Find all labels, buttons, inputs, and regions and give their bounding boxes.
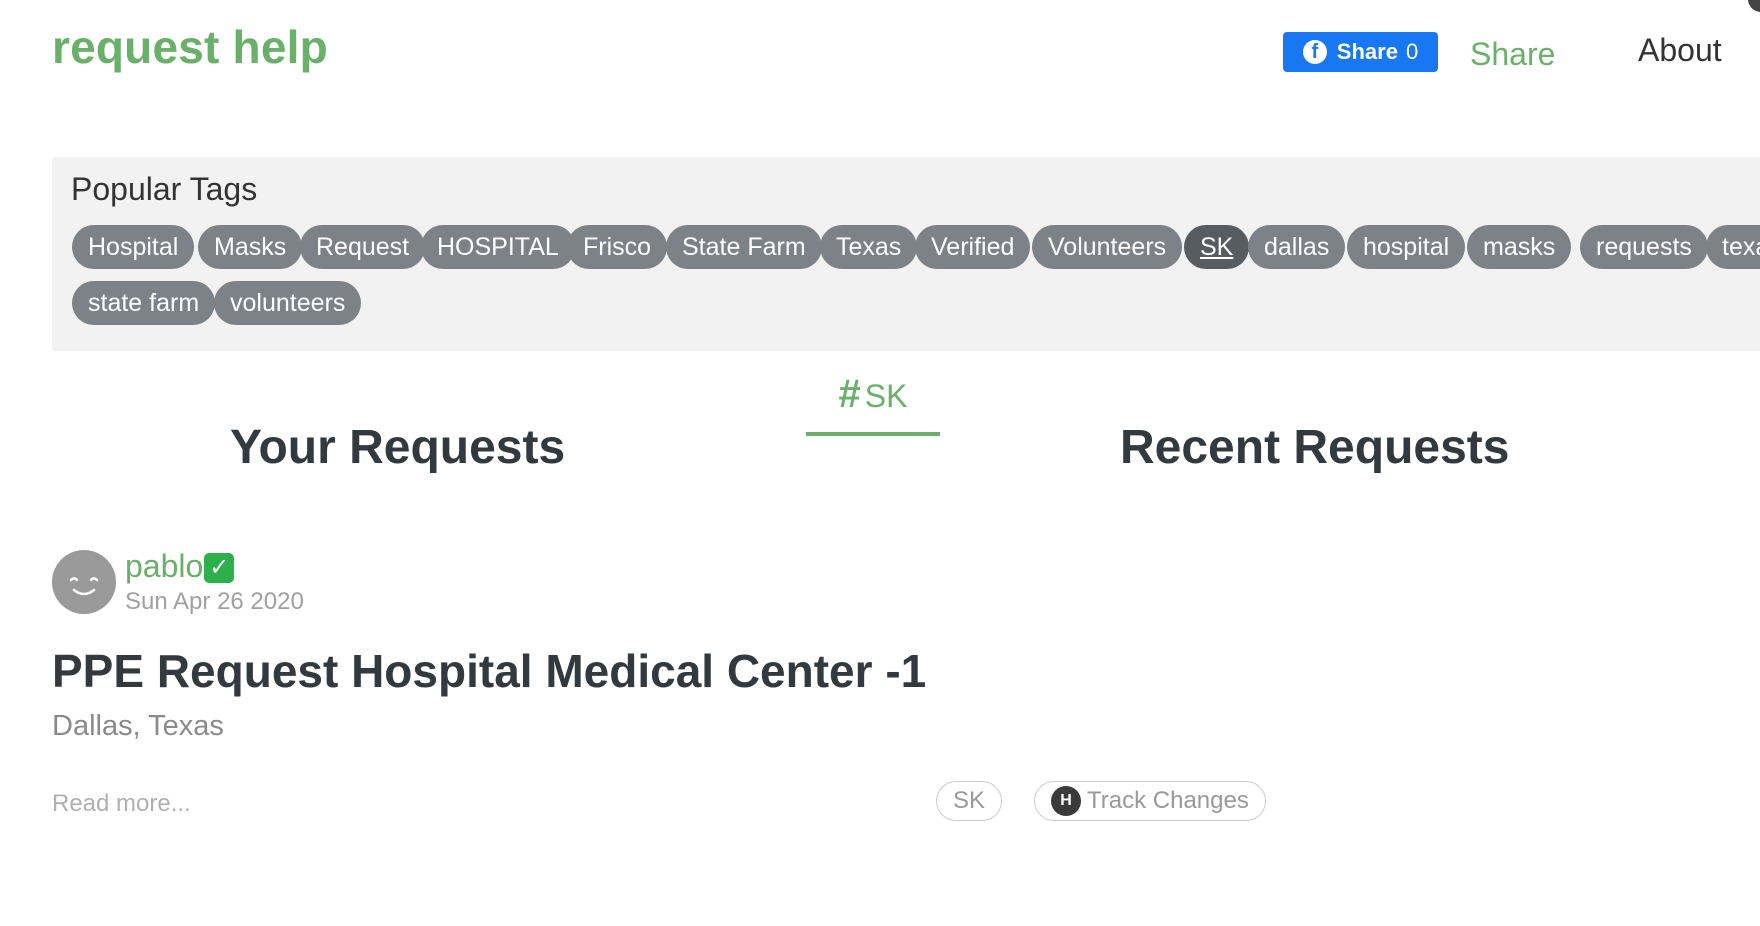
facebook-share-count: 0: [1405, 39, 1419, 64]
tag-state-farm[interactable]: State Farm: [666, 225, 822, 269]
verified-check-icon: ✓: [204, 553, 235, 583]
tag-request[interactable]: Request: [300, 225, 426, 269]
tag-masks[interactable]: Masks: [198, 225, 303, 269]
tag-verified[interactable]: Verified: [915, 225, 1031, 269]
tag-hospital-upper[interactable]: HOSPITAL: [421, 225, 575, 269]
author-name[interactable]: pablo ✓: [125, 548, 235, 585]
author-label: pablo: [125, 548, 204, 584]
tag-frisco[interactable]: Frisco: [567, 225, 668, 269]
facebook-share-label: Share: [1336, 39, 1398, 64]
your-requests-tab[interactable]: Your Requests: [230, 420, 565, 475]
tag-texas-lower[interactable]: texa: [1706, 225, 1760, 269]
tag-hospital-lower[interactable]: hospital: [1347, 225, 1466, 269]
hashtag-label: SK: [864, 378, 908, 414]
facebook-icon: f: [1302, 40, 1327, 64]
site-logo[interactable]: request help: [52, 20, 328, 74]
popular-tags-title: Popular Tags: [71, 171, 258, 207]
popular-tags-panel: Popular Tags Hospital Masks Request HOSP…: [52, 157, 1760, 351]
avatar[interactable]: [52, 550, 116, 614]
hashtag-tab[interactable]: # SK: [806, 372, 940, 436]
tag-requests[interactable]: requests: [1580, 225, 1708, 269]
tag-texas[interactable]: Texas: [820, 225, 918, 269]
corner-decoration: [1748, 0, 1760, 12]
about-link[interactable]: About: [1638, 32, 1722, 69]
request-date: Sun Apr 26 2020: [125, 588, 304, 615]
request-tag-chip-sk[interactable]: SK: [936, 781, 1003, 821]
track-changes-button[interactable]: H Track Changes: [1034, 781, 1266, 821]
track-changes-label: Track Changes: [1087, 787, 1249, 814]
share-link[interactable]: Share: [1470, 36, 1555, 73]
tag-sk[interactable]: SK: [1184, 225, 1250, 269]
read-more-link[interactable]: Read more...: [52, 790, 191, 818]
tag-volunteers-lower[interactable]: volunteers: [214, 281, 362, 325]
recent-requests-tab[interactable]: Recent Requests: [1120, 420, 1509, 475]
tag-hospital[interactable]: Hospital: [72, 225, 195, 269]
request-title[interactable]: PPE Request Hospital Medical Center -1: [52, 644, 926, 698]
smiley-face-icon: [69, 577, 99, 596]
page: request help f Share 0 Share About Popul…: [0, 0, 1760, 926]
tag-volunteers[interactable]: Volunteers: [1032, 225, 1183, 269]
tag-masks-lower[interactable]: masks: [1467, 225, 1572, 269]
tag-dallas[interactable]: dallas: [1248, 225, 1346, 269]
tag-state-farm-lower[interactable]: state farm: [72, 281, 216, 325]
track-changes-icon: H: [1051, 786, 1081, 816]
hashtag-active-underline: [806, 432, 940, 436]
facebook-share-button[interactable]: f Share 0: [1283, 32, 1438, 72]
hashtag-icon: #: [838, 372, 861, 416]
request-location: Dallas, Texas: [52, 710, 224, 742]
